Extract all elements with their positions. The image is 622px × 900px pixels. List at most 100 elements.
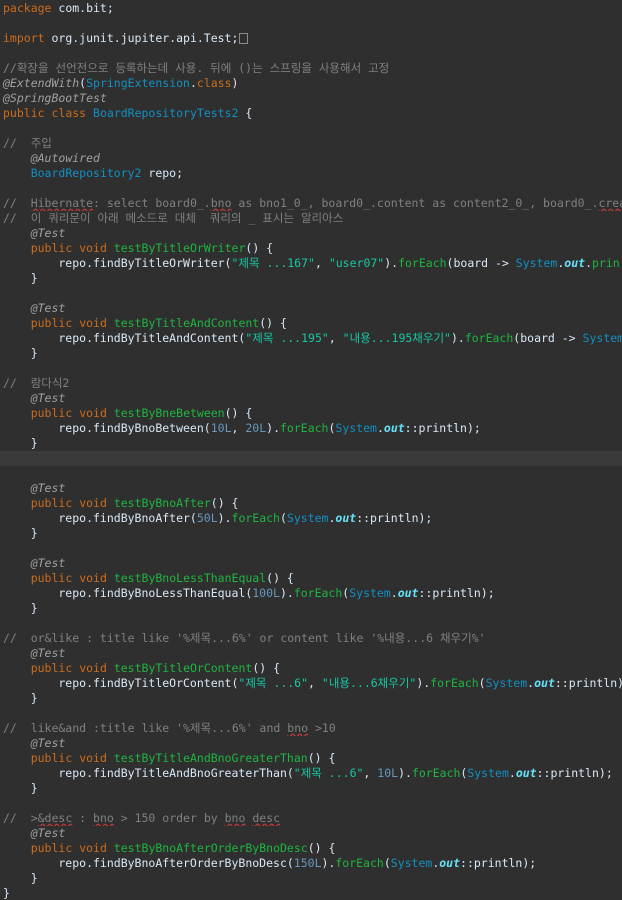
code-line[interactable]: } xyxy=(0,871,622,886)
code-line[interactable]: public void testByBnoAfterOrderByBnoDesc… xyxy=(0,841,622,856)
code-line[interactable]: repo.findByTitleAndBnoGreaterThan("제목 ..… xyxy=(0,766,622,781)
code-token: bno xyxy=(210,196,232,210)
code-line[interactable]: repo.findByBnoAfter(50L).forEach(System.… xyxy=(0,511,622,526)
fold-marker-icon[interactable] xyxy=(239,33,249,44)
code-token: forEach xyxy=(335,856,384,870)
code-token: void xyxy=(79,571,107,585)
code-line[interactable]: @ExtendWith(SpringExtension.class) xyxy=(0,76,622,91)
code-line[interactable]: repo.findByTitleOrWriter("제목 ...167", "u… xyxy=(0,256,622,271)
code-line[interactable] xyxy=(0,616,622,631)
code-line[interactable] xyxy=(0,796,622,811)
code-line[interactable]: } xyxy=(0,886,622,900)
code-token: (board -> xyxy=(513,331,583,345)
code-line[interactable]: public void testByTitleAndBnoGreaterThan… xyxy=(0,751,622,766)
code-line[interactable] xyxy=(0,46,622,61)
code-token: // 주입 xyxy=(3,136,52,150)
code-line[interactable]: @Test xyxy=(0,481,622,496)
code-line[interactable]: @Test xyxy=(0,646,622,661)
code-line[interactable]: // Hibernate: select board0_.bno as bno1… xyxy=(0,196,622,211)
code-token: testByTitleAndContent xyxy=(113,316,260,330)
code-line[interactable]: @Autowired xyxy=(0,151,622,166)
code-line[interactable]: @Test xyxy=(0,736,622,751)
code-token: , xyxy=(328,331,343,345)
code-token: "제목 ...195" xyxy=(245,331,329,345)
code-token: // > xyxy=(3,811,38,825)
code-token: System xyxy=(349,586,391,600)
code-token: () { xyxy=(210,496,239,510)
code-token: repo; xyxy=(141,166,184,180)
code-line[interactable]: public void testByBnoLessThanEqual() { xyxy=(0,571,622,586)
code-line[interactable]: @Test xyxy=(0,826,622,841)
code-line[interactable]: package com.bit; xyxy=(0,1,622,16)
code-line[interactable]: public void testByTitleAndContent() { xyxy=(0,316,622,331)
code-line[interactable]: public class BoardRepositoryTests2 { xyxy=(0,106,622,121)
code-line[interactable]: BoardRepository2 repo; xyxy=(0,166,622,181)
code-line[interactable]: // 주입 xyxy=(0,136,622,151)
code-line[interactable]: // >&desc : bno > 150 order by bno desc xyxy=(0,811,622,826)
code-token: } xyxy=(3,526,38,540)
code-line[interactable]: } xyxy=(0,346,622,361)
code-line[interactable]: repo.findByBnoBetween(10L, 20L).forEach(… xyxy=(0,421,622,436)
code-line[interactable]: public void testByBnoAfter() { xyxy=(0,496,622,511)
code-line[interactable] xyxy=(0,16,622,31)
code-token: System xyxy=(335,421,377,435)
code-line[interactable] xyxy=(0,286,622,301)
code-token: public xyxy=(30,316,73,330)
code-line[interactable]: } xyxy=(0,601,622,616)
code-line[interactable] xyxy=(0,361,622,376)
code-token: ::println); xyxy=(356,511,433,525)
code-token: ( xyxy=(279,511,287,525)
code-line[interactable]: repo.findByTitleOrContent("제목 ...6", "내용… xyxy=(0,676,622,691)
code-token: void xyxy=(79,841,107,855)
code-line[interactable]: } xyxy=(0,526,622,541)
code-line[interactable] xyxy=(0,706,622,721)
code-token: void xyxy=(79,406,107,420)
code-line[interactable]: repo.findByTitleAndContent("제목 ...195", … xyxy=(0,331,622,346)
code-line[interactable] xyxy=(0,181,622,196)
code-line[interactable] xyxy=(0,466,622,481)
code-token: () { xyxy=(252,661,281,675)
code-editor[interactable]: package com.bit; import org.junit.jupiter… xyxy=(0,0,622,900)
code-token: testByBnoAfter xyxy=(113,496,211,510)
code-token: public xyxy=(30,661,73,675)
code-token: ::println); xyxy=(404,421,481,435)
code-line[interactable]: repo.findByBnoAfterOrderByBnoDesc(150L).… xyxy=(0,856,622,871)
code-line[interactable]: } xyxy=(0,691,622,706)
code-line[interactable]: // 이 쿼리문이 아래 메소드로 대체 쿼리의 _ 표시는 알리아스 xyxy=(0,211,622,226)
code-line[interactable]: // like&and :title like '%제목...6%' and b… xyxy=(0,721,622,736)
code-token: System xyxy=(390,856,433,870)
code-line[interactable]: } xyxy=(0,781,622,796)
code-token: ). xyxy=(450,331,465,345)
code-line[interactable]: //확장을 선언전으로 등록하는데 사용. 뒤에 ()는 스프링을 사용해서 고… xyxy=(0,61,622,76)
code-line[interactable]: @SpringBootTest xyxy=(0,91,622,106)
code-line[interactable]: repo.findByBnoLessThanEqual(100L).forEac… xyxy=(0,586,622,601)
code-line[interactable]: // or&like : title like '%제목...6%' or co… xyxy=(0,631,622,646)
code-line[interactable] xyxy=(0,541,622,556)
code-line[interactable]: @Test xyxy=(0,226,622,241)
code-token: SpringExtension xyxy=(86,76,190,90)
code-token: System xyxy=(286,511,329,525)
code-line[interactable] xyxy=(0,121,622,136)
code-line[interactable]: @Test xyxy=(0,301,622,316)
code-line[interactable]: } xyxy=(0,436,622,451)
code-line[interactable]: } xyxy=(0,271,622,286)
code-line[interactable]: public void testByBneBetween() { xyxy=(0,406,622,421)
code-line[interactable]: import org.junit.jupiter.api.Test; xyxy=(0,31,622,46)
code-token: testByBnoAfterOrderByBnoDesc xyxy=(113,841,308,855)
code-line[interactable]: // 람다식2 xyxy=(0,376,622,391)
code-line[interactable]: @Test xyxy=(0,556,622,571)
code-token: , xyxy=(231,421,246,435)
code-line[interactable]: public void testByTitleOrContent() { xyxy=(0,661,622,676)
code-line[interactable]: @Test xyxy=(0,391,622,406)
code-line[interactable]: public void testByTitleOrWriter() { xyxy=(0,241,622,256)
code-token: testByTitleAndBnoGreaterThan xyxy=(113,751,308,765)
code-line[interactable] xyxy=(0,451,622,466)
code-token: forEach xyxy=(430,676,479,690)
